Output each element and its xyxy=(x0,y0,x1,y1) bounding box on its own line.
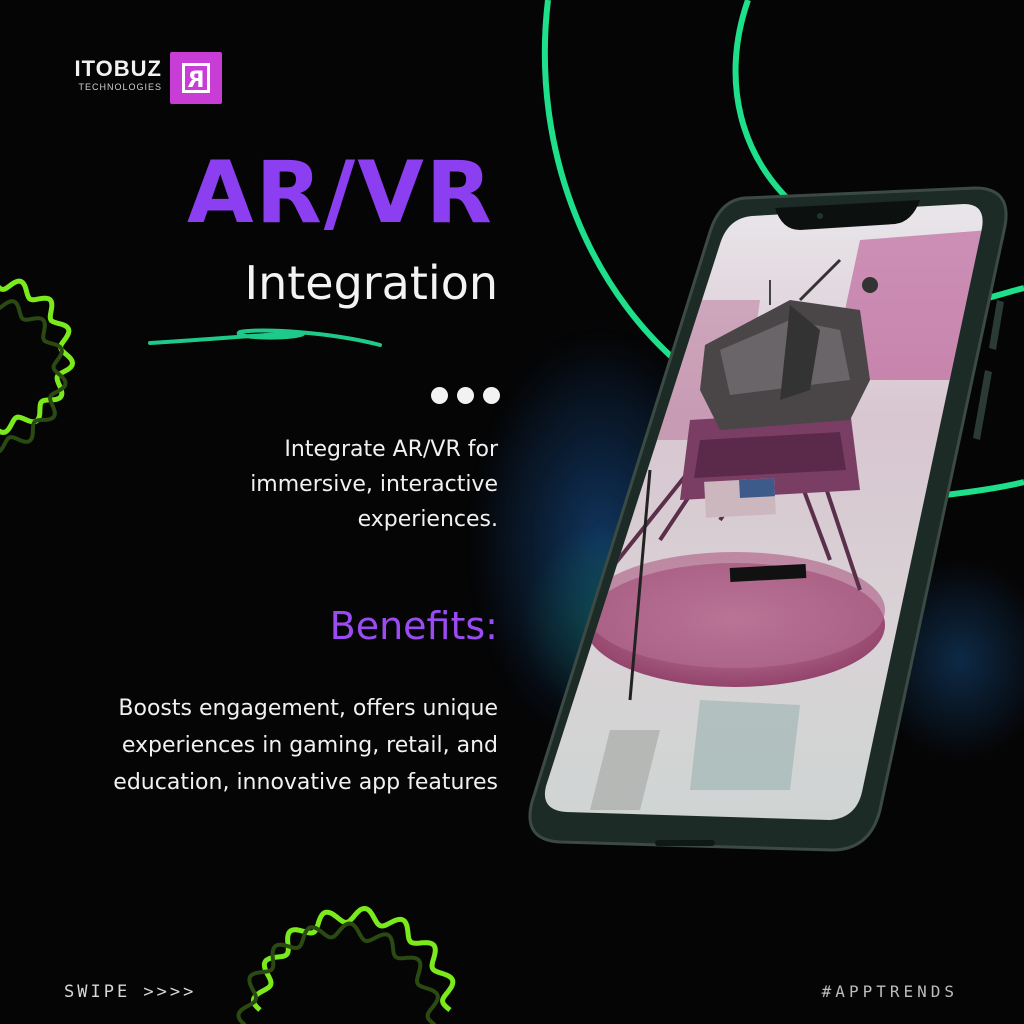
brand-logo: R ITOBUZ TECHNOLOGIES xyxy=(75,52,222,104)
benefits-heading: Benefits: xyxy=(329,604,498,648)
phone-side-button-2 xyxy=(973,370,992,440)
benefits-text: Boosts engagement, offers unique experie… xyxy=(113,696,498,795)
phone-port xyxy=(655,840,715,846)
page-subtitle: Integration xyxy=(244,256,498,310)
smartphone-icon xyxy=(528,186,1008,852)
ellipsis-dots-icon xyxy=(431,387,501,407)
swipe-hint[interactable]: SWIPE >>>> xyxy=(64,982,196,1002)
slide: R ITOBUZ TECHNOLOGIES AR/VR Integration … xyxy=(0,0,1024,1024)
camera-icon xyxy=(817,213,823,219)
intro-text: Integrate AR/VR for immersive, interacti… xyxy=(250,437,498,532)
page-title: AR/VR xyxy=(187,143,494,243)
phone-side-button xyxy=(989,300,1004,350)
hashtag: #APPTRENDS xyxy=(821,982,958,1001)
brand-name: ITOBUZ xyxy=(74,56,162,81)
logo-mark-icon: R xyxy=(170,52,222,104)
brand-tagline: TECHNOLOGIES xyxy=(78,82,162,92)
